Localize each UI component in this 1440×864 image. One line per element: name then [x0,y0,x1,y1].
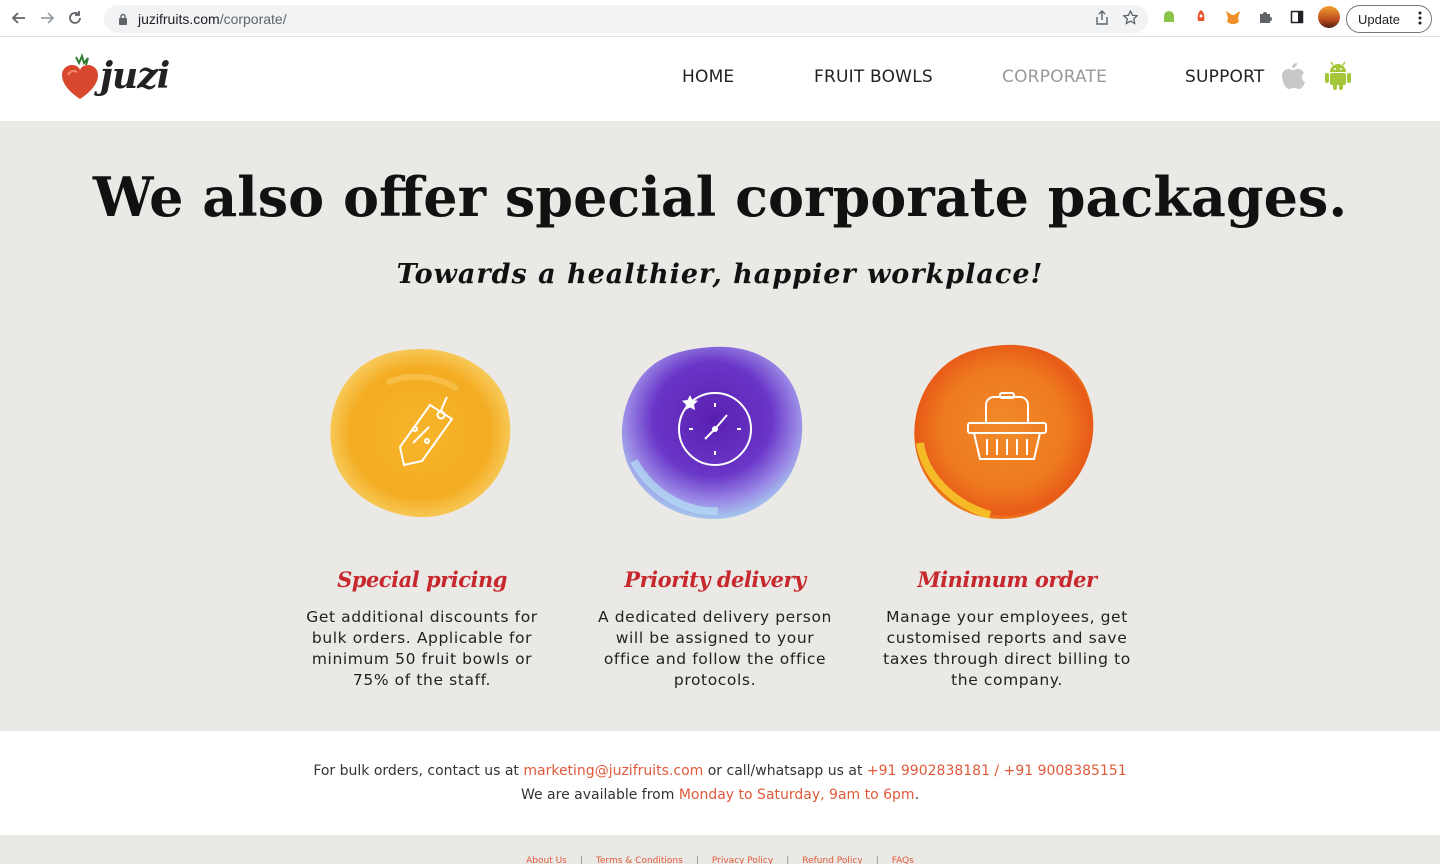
feature-description: A dedicated delivery person will be assi… [598,608,832,689]
availability-suffix: . [914,787,920,803]
android-extension-icon[interactable] [1158,6,1180,28]
browser-toolbar: juzifruits.com/corporate/ Update [0,0,1440,37]
feature-title: Minimum order [917,567,1097,592]
more-menu-icon[interactable] [1418,11,1422,25]
contact-line: For bulk orders, contact us at marketing… [0,763,1440,779]
reload-icon[interactable] [61,4,89,32]
page-subtitle: Towards a healthier, happier workplace! [396,259,1044,290]
nav-fruit-bowls[interactable]: FRUIT BOWLS [814,67,933,87]
page-title: We also offer special corporate packages… [92,165,1348,229]
update-button-label: Update [1358,11,1400,27]
rocket-extension-icon[interactable] [1190,6,1212,28]
corporate-hero: We also offer special corporate packages… [0,121,1440,731]
contact-middle: or call/whatsapp us at [703,763,867,779]
bookmark-star-icon[interactable] [1122,9,1139,29]
availability-prefix: We are available from [520,787,679,803]
availability-hours: Monday to Saturday, 9am to 6pm [678,787,915,803]
special-pricing-badge [330,349,511,518]
extensions-puzzle-icon[interactable] [1254,6,1276,28]
footer-link-about-us[interactable]: About Us [526,856,567,864]
priority-delivery-badge [621,346,803,519]
feature-description: Manage your employees, get customised re… [883,608,1131,689]
bulk-order-contact: For bulk orders, contact us at marketing… [0,731,1440,835]
feature-description: Get additional discounts for bulk orders… [306,608,538,689]
feature-title: Special pricing [337,567,507,592]
android-icon[interactable] [1324,61,1352,91]
phone-numbers-link[interactable]: +91 9902838181 / +91 9008385151 [867,763,1127,779]
site-footer: About Us | Terms & Conditions | Privacy Poli… [0,835,1440,864]
metamask-fox-icon[interactable] [1222,6,1244,28]
marketing-email-link[interactable]: marketing@juzifruits.com [523,763,703,779]
side-panel-icon[interactable] [1286,6,1308,28]
lock-icon[interactable] [116,12,130,26]
forward-icon[interactable] [33,4,61,32]
footer-links: About Us | Terms & Conditions | Privacy Poli… [526,856,914,864]
main-nav: HOME FRUIT BOWLS CORPORATE SUPPORT [0,67,1440,91]
feature-title: Priority delivery [624,567,806,592]
footer-link-terms[interactable]: Terms & Conditions [596,856,683,864]
contact-prefix: For bulk orders, contact us at [313,763,524,779]
update-button[interactable]: Update [1346,5,1432,33]
apple-icon[interactable] [1279,61,1307,91]
back-icon[interactable] [5,4,33,32]
nav-support[interactable]: SUPPORT [1185,67,1264,87]
site-header: juzi HOME FRUIT BOWLS CORPORATE SUPPORT [0,37,1440,121]
nav-home[interactable]: HOME [682,67,734,87]
url-path: /corporate/ [219,11,287,27]
url-host: juzifruits.com [138,11,220,27]
address-bar[interactable]: juzifruits.com/corporate/ [104,5,1148,33]
footer-link-refund[interactable]: Refund Policy [802,856,862,864]
profile-avatar[interactable] [1318,6,1340,28]
nav-corporate[interactable]: CORPORATE [1002,67,1107,87]
footer-link-faqs[interactable]: FAQs [892,856,914,864]
footer-link-privacy[interactable]: Privacy Policy [712,856,773,864]
share-icon[interactable] [1095,10,1109,29]
minimum-order-badge [914,344,1094,519]
availability-line: We are available from Monday to Saturday… [0,787,1440,803]
